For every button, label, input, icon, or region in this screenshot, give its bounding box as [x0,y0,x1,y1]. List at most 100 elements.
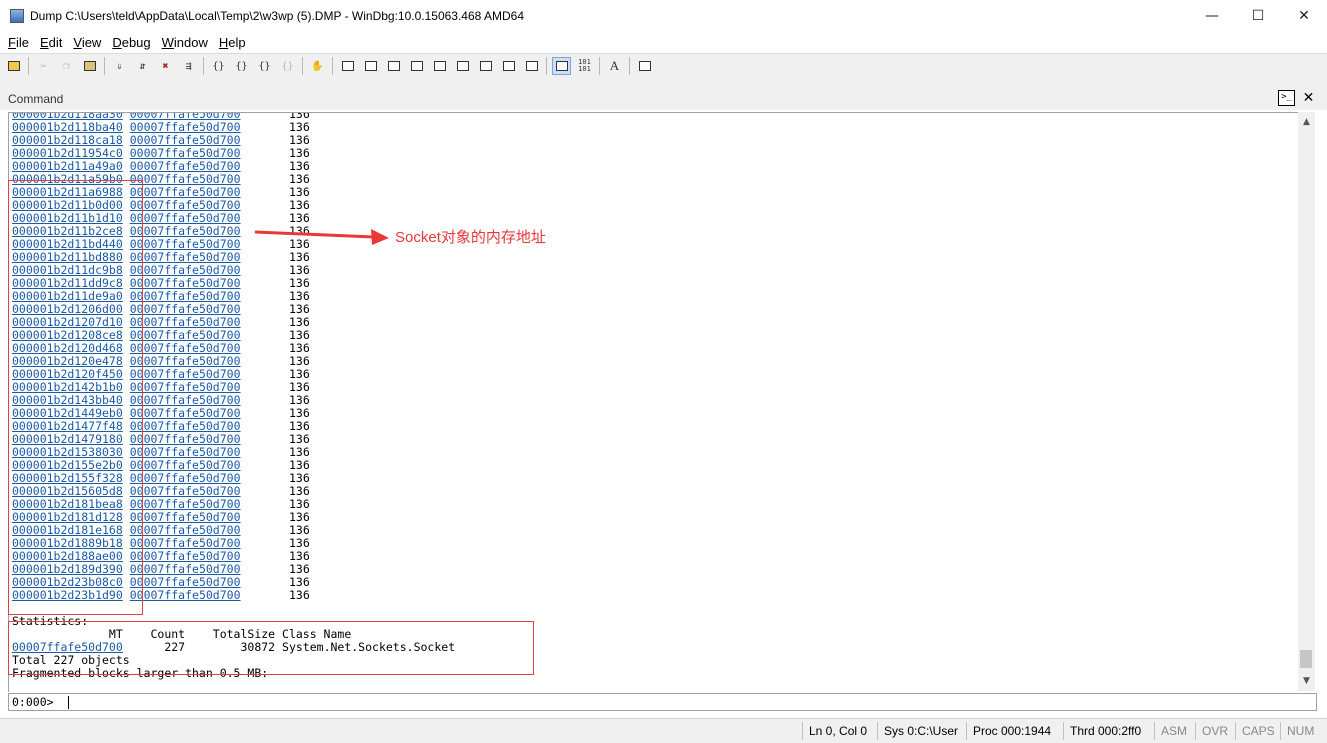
processes-threads-icon[interactable] [522,57,541,75]
object-address-link[interactable]: 000001b2d11a6988 [12,185,123,199]
hex-mode-icon[interactable]: 101 101 [575,57,594,75]
command-window-icon[interactable] [338,57,357,75]
menu-view[interactable]: View [73,35,101,50]
method-table-link[interactable]: 00007ffafe50d700 [130,237,241,251]
maximize-button[interactable]: ☐ [1235,0,1281,32]
method-table-link[interactable]: 00007ffafe50d700 [130,159,241,173]
method-table-link[interactable]: 00007ffafe50d700 [130,419,241,433]
step-into-icon[interactable]: {} [209,57,228,75]
call-stack-icon[interactable] [453,57,472,75]
object-address-link[interactable]: 000001b2d188ae00 [12,549,123,563]
method-table-link[interactable]: 00007ffafe50d700 [130,302,241,316]
method-table-link[interactable]: 00007ffafe50d700 [130,198,241,212]
object-address-link[interactable]: 000001b2d181e168 [12,523,123,537]
object-address-link[interactable]: 000001b2d11bd440 [12,237,123,251]
object-address-link[interactable]: 000001b2d120f450 [12,367,123,381]
break-icon[interactable]: ✋ [308,57,327,75]
command-close-icon[interactable]: ✕ [1300,90,1317,106]
object-address-link[interactable]: 000001b2d11a49a0 [12,159,123,173]
object-address-link[interactable]: 000001b2d181d128 [12,510,123,524]
watch-icon[interactable] [361,57,380,75]
copy-icon[interactable]: ❐ [57,57,76,75]
scroll-thumb[interactable] [1300,650,1312,668]
method-table-link[interactable]: 00007ffafe50d700 [130,185,241,199]
options-icon[interactable] [635,57,654,75]
object-address-link[interactable]: 000001b2d1207d10 [12,315,123,329]
object-address-link[interactable]: 000001b2d15605d8 [12,484,123,498]
method-table-link[interactable]: 00007ffafe50d700 [130,120,241,134]
method-table-link[interactable]: 00007ffafe50d700 [130,497,241,511]
object-address-link[interactable]: 000001b2d155f328 [12,471,123,485]
object-address-link[interactable]: 000001b2d1477f48 [12,419,123,433]
method-table-link[interactable]: 00007ffafe50d700 [130,471,241,485]
command-prompt-icon[interactable]: >_ [1278,90,1295,106]
step-over-icon[interactable]: {} [232,57,251,75]
object-address-link[interactable]: 000001b2d181bea8 [12,497,123,511]
windbg-app-icon[interactable] [10,9,24,23]
object-address-link[interactable]: 000001b2d11de9a0 [12,289,123,303]
object-address-link[interactable]: 000001b2d189d390 [12,562,123,576]
menu-window[interactable]: Window [162,35,208,50]
method-table-link[interactable]: 00007ffafe50d700 [130,458,241,472]
object-address-link[interactable]: 000001b2d120d468 [12,341,123,355]
open-folder-icon[interactable] [4,57,23,75]
object-address-link[interactable]: 000001b2d1889b18 [12,536,123,550]
method-table-link[interactable]: 00007ffafe50d700 [130,328,241,342]
method-table-link[interactable]: 00007ffafe50d700 [130,445,241,459]
method-table-link[interactable]: 00007ffafe50d700 [130,354,241,368]
method-table-link[interactable]: 00007ffafe50d700 [130,406,241,420]
method-table-link[interactable]: 00007ffafe50d700 [130,133,241,147]
object-address-link[interactable]: 000001b2d23b1d90 [12,588,123,602]
object-address-link[interactable]: 000001b2d1206d00 [12,302,123,316]
method-table-link[interactable]: 00007ffafe50d700 [130,172,241,186]
method-table-link[interactable]: 00007ffafe50d700 [130,315,241,329]
stop-debugging-icon[interactable]: ✖ [156,57,175,75]
method-table-link[interactable]: 00007ffafe50d700 [130,289,241,303]
detach-icon[interactable]: ⇶ [179,57,198,75]
object-address-link[interactable]: 000001b2d11b2ce8 [12,224,123,238]
restart-icon[interactable]: ⇵ [133,57,152,75]
menu-help[interactable]: Help [219,35,246,50]
object-address-link[interactable]: 000001b2d11b0d00 [12,198,123,212]
minimize-button[interactable]: — [1189,0,1235,32]
object-address-link[interactable]: 000001b2d11dd9c8 [12,276,123,290]
go-icon[interactable]: ⇓ [110,57,129,75]
object-address-link[interactable]: 000001b2d1449eb0 [12,406,123,420]
object-address-link[interactable]: 000001b2d11b1d10 [12,211,123,225]
cut-icon[interactable]: ✂ [34,57,53,75]
command-output[interactable]: 000001b2d118aa30 00007ffafe50d700 136 000… [8,112,1299,692]
method-table-link[interactable]: 00007ffafe50d700 [130,432,241,446]
menu-file[interactable]: File [8,35,29,50]
method-table-link[interactable]: 00007ffafe50d700 [130,341,241,355]
scroll-down-icon[interactable]: ▼ [1298,673,1315,689]
method-table-link[interactable]: 00007ffafe50d700 [130,263,241,277]
locals-icon[interactable] [384,57,403,75]
menu-edit[interactable]: Edit [40,35,62,50]
disassembly-icon[interactable] [476,57,495,75]
object-address-link[interactable]: 000001b2d155e2b0 [12,458,123,472]
object-address-link[interactable]: 000001b2d23b08c0 [12,575,123,589]
object-address-link[interactable]: 000001b2d143bb40 [12,393,123,407]
method-table-link[interactable]: 00007ffafe50d700 [130,380,241,394]
object-address-link[interactable]: 000001b2d1538030 [12,445,123,459]
method-table-link[interactable]: 00007ffafe50d700 [130,250,241,264]
memory-icon[interactable] [430,57,449,75]
paste-icon[interactable] [80,57,99,75]
method-table-link[interactable]: 00007ffafe50d700 [130,276,241,290]
object-address-link[interactable]: 000001b2d11bd880 [12,250,123,264]
method-table-link[interactable]: 00007ffafe50d700 [130,510,241,524]
object-address-link[interactable]: 000001b2d1208ce8 [12,328,123,342]
method-table-link[interactable]: 00007ffafe50d700 [130,562,241,576]
source-mode-icon[interactable] [552,57,571,75]
object-address-link[interactable]: 000001b2d118ba40 [12,120,123,134]
object-address-link[interactable]: 000001b2d1479180 [12,432,123,446]
object-address-link[interactable]: 000001b2d142b1b0 [12,380,123,394]
method-table-link[interactable]: 00007ffafe50d700 [130,367,241,381]
method-table-link[interactable]: 00007ffafe50d700 [130,211,241,225]
stats-method-table-link[interactable]: 00007ffafe50d700 [12,640,123,654]
run-to-cursor-icon[interactable]: {} [278,57,297,75]
object-address-link[interactable]: 000001b2d11a59b0 [12,172,123,186]
object-address-link[interactable]: 000001b2d120e478 [12,354,123,368]
object-address-link[interactable]: 000001b2d11dc9b8 [12,263,123,277]
method-table-link[interactable]: 00007ffafe50d700 [130,523,241,537]
